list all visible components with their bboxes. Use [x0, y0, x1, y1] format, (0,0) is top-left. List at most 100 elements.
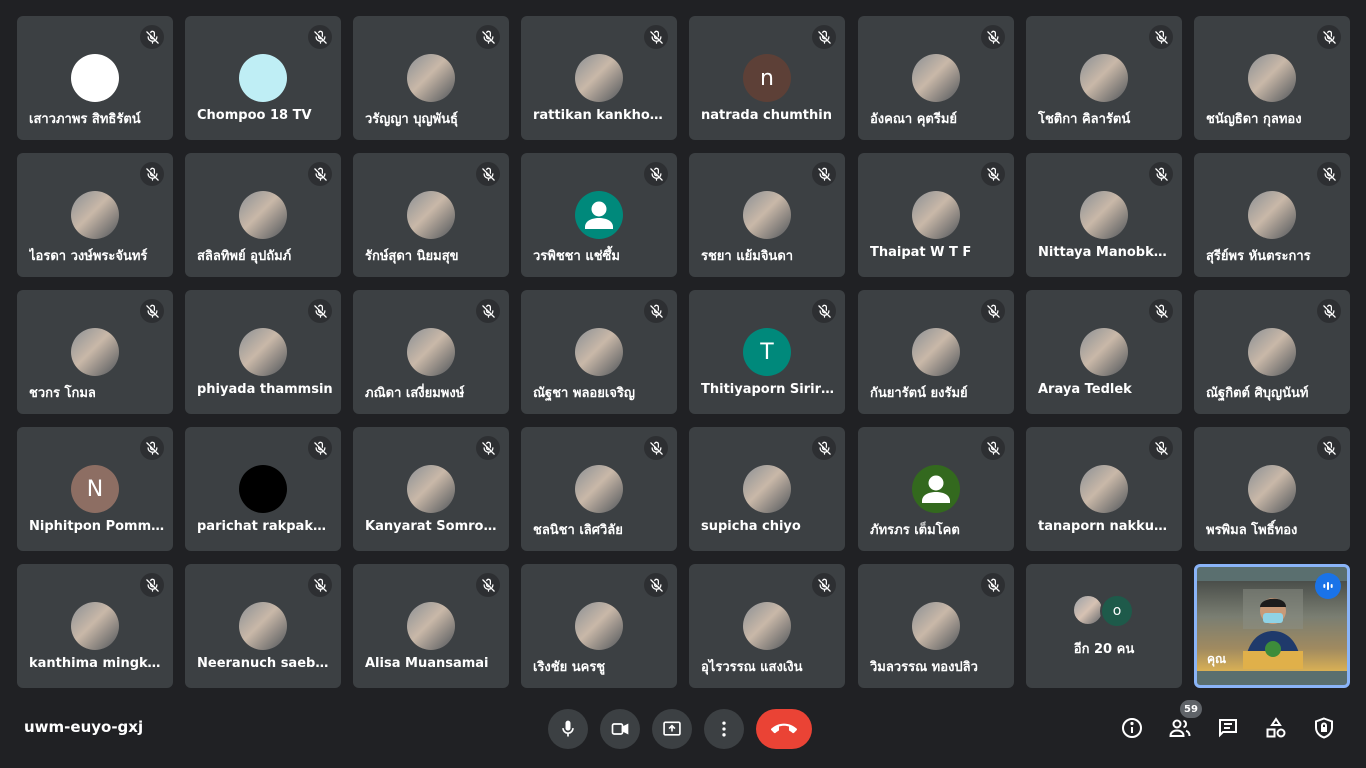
participant-name: วิมลวรรณ ทองปลิว — [870, 660, 978, 675]
participant-name: วรพิชชา แช่ซึ้ม — [533, 249, 620, 264]
more-options-button[interactable] — [704, 709, 744, 749]
participant-tile[interactable]: Neeranuch saebang — [185, 564, 341, 688]
participant-name: ภณิดา เสงี่ยมพงษ์ — [365, 386, 465, 401]
participant-tile[interactable]: Kanyarat Somrong — [353, 427, 509, 551]
participant-name: อุไรวรรณ แสงเงิน — [701, 660, 803, 675]
participant-tile[interactable]: วรพิชชา แช่ซึ้ม — [521, 153, 677, 277]
participant-tile[interactable]: พรพิมล โพธิ์ทอง — [1194, 427, 1350, 551]
more-options-icon — [722, 721, 726, 737]
participant-tile[interactable]: อังคณา คุตรีมย์ — [858, 16, 1014, 140]
participant-name: Nittaya Manobkham — [1038, 245, 1174, 260]
participant-tile[interactable]: Chompoo 18 TV — [185, 16, 341, 140]
chat-icon — [1219, 719, 1237, 738]
participant-name: เสาวภาพร สิทธิรัตน์ — [29, 112, 141, 127]
chat-button[interactable] — [1214, 714, 1242, 742]
participant-name: Thitiyaporn Sirirak — [701, 382, 837, 397]
participant-tile[interactable]: เริงชัย นครชู — [521, 564, 677, 688]
mic-off-icon — [1317, 25, 1341, 49]
meeting-code: uwm-euyo-gxj — [24, 718, 144, 736]
avatar — [71, 602, 119, 650]
host-controls-button[interactable] — [1310, 714, 1338, 742]
participant-tile[interactable]: เสาวภาพร สิทธิรัตน์ — [17, 16, 173, 140]
more-participants-label: อีก 20 คน — [1073, 642, 1135, 657]
camera-button[interactable] — [600, 709, 640, 749]
participant-name: parichat rakpakdee — [197, 519, 333, 534]
mic-off-icon — [476, 25, 500, 49]
participant-tile[interactable]: สลิลทิพย์ อุปถัมภ์ — [185, 153, 341, 277]
avatar — [912, 328, 960, 376]
present-screen-icon — [663, 721, 681, 736]
avatar: T — [743, 328, 791, 376]
activities-button[interactable] — [1262, 714, 1290, 742]
avatar — [407, 465, 455, 513]
participant-tile[interactable]: Nittaya Manobkham — [1026, 153, 1182, 277]
participant-tile[interactable]: rattikan kankhodcharoen — [521, 16, 677, 140]
participant-tile[interactable]: phiyada thammsin — [185, 290, 341, 414]
people-icon — [1169, 719, 1191, 737]
microphone-button[interactable] — [548, 709, 588, 749]
participant-tile[interactable]: Thaipat W T F — [858, 153, 1014, 277]
mic-off-icon — [1317, 299, 1341, 323]
participant-name: กันยารัตน์ ยงรัมย์ — [870, 386, 968, 401]
participant-name: อังคณา คุตรีมย์ — [870, 112, 958, 127]
mic-off-icon — [308, 299, 332, 323]
avatar — [1248, 191, 1296, 239]
participant-tile[interactable]: ชวกร โกมล — [17, 290, 173, 414]
participant-tile[interactable]: parichat rakpakdee — [185, 427, 341, 551]
participant-name: ภัทรภร เต็มโคต — [870, 523, 960, 538]
participant-tile[interactable]: tanaporn nakkunla — [1026, 427, 1182, 551]
end-call-button[interactable] — [756, 709, 812, 749]
participant-name: ณัฐกิตต์ ศิบุญนันท์ — [1206, 386, 1309, 401]
participant-tile[interactable]: ณัฐชา พลอยเจริญ — [521, 290, 677, 414]
present-screen-button[interactable] — [652, 709, 692, 749]
avatar — [239, 191, 287, 239]
avatar — [743, 602, 791, 650]
mic-off-icon — [644, 573, 668, 597]
participant-name: Kanyarat Somrong — [365, 519, 501, 534]
participant-name: รชยา แย้มจินดา — [701, 249, 794, 264]
participant-tile[interactable]: วิมลวรรณ ทองปลิว — [858, 564, 1014, 688]
participant-name: พรพิมล โพธิ์ทอง — [1206, 523, 1298, 538]
mic-off-icon — [140, 299, 164, 323]
participant-tile[interactable]: รักษ์สุดา นิยมสุข — [353, 153, 509, 277]
participant-tile[interactable]: Araya Tedlek — [1026, 290, 1182, 414]
mic-off-icon — [812, 25, 836, 49]
mic-off-icon — [140, 573, 164, 597]
self-video-tile[interactable]: คุณ — [1194, 564, 1350, 688]
participant-name: รักษ์สุดา นิยมสุข — [365, 249, 459, 264]
participant-name: โชติกา คิลารัตน์ — [1038, 112, 1131, 127]
participant-tile[interactable]: kanthima mingkeaw — [17, 564, 173, 688]
participant-tile[interactable]: ไอรดา วงษ์พระจันทร์ — [17, 153, 173, 277]
participant-tile[interactable]: T Thitiyaporn Sirirak — [689, 290, 845, 414]
mic-off-icon — [1149, 162, 1173, 186]
participant-name: เริงชัย นครชู — [533, 660, 606, 675]
mic-off-icon — [476, 436, 500, 460]
participant-tile[interactable]: ชลนิชา เลิศวิลัย — [521, 427, 677, 551]
mic-off-icon — [644, 299, 668, 323]
participant-tile[interactable]: วรัญญา บุญพันธุ์ — [353, 16, 509, 140]
participant-tile[interactable]: ภณิดา เสงี่ยมพงษ์ — [353, 290, 509, 414]
participant-tile[interactable]: ณัฐกิตต์ ศิบุญนันท์ — [1194, 290, 1350, 414]
mic-off-icon — [812, 436, 836, 460]
participant-tile[interactable]: Alisa Muansamai — [353, 564, 509, 688]
participant-tile[interactable]: n natrada chumthin — [689, 16, 845, 140]
participant-tile[interactable]: สุรีย์พร หันตระการ — [1194, 153, 1350, 277]
participant-name: kanthima mingkeaw — [29, 656, 165, 671]
participant-tile[interactable]: อุไรวรรณ แสงเงิน — [689, 564, 845, 688]
people-button[interactable] — [1166, 714, 1194, 742]
participant-name: phiyada thammsin — [197, 382, 333, 397]
participant-tile[interactable]: supicha chiyo — [689, 427, 845, 551]
more-participants-tile[interactable]: o อีก 20 คน — [1026, 564, 1182, 688]
avatar — [575, 54, 623, 102]
participant-tile[interactable]: ชนัญธิดา กุลทอง — [1194, 16, 1350, 140]
avatar — [239, 54, 287, 102]
participant-name: ชวกร โกมล — [29, 386, 96, 401]
participant-name: Thaipat W T F — [870, 245, 972, 260]
participant-tile[interactable]: โชติกา คิลารัตน์ — [1026, 16, 1182, 140]
participant-tile[interactable]: N Niphitpon Pommongkol — [17, 427, 173, 551]
meeting-info-button[interactable] — [1118, 714, 1146, 742]
participant-tile[interactable]: กันยารัตน์ ยงรัมย์ — [858, 290, 1014, 414]
participant-tile[interactable]: รชยา แย้มจินดา — [689, 153, 845, 277]
participant-tile[interactable]: ภัทรภร เต็มโคต — [858, 427, 1014, 551]
mic-off-icon — [1149, 25, 1173, 49]
